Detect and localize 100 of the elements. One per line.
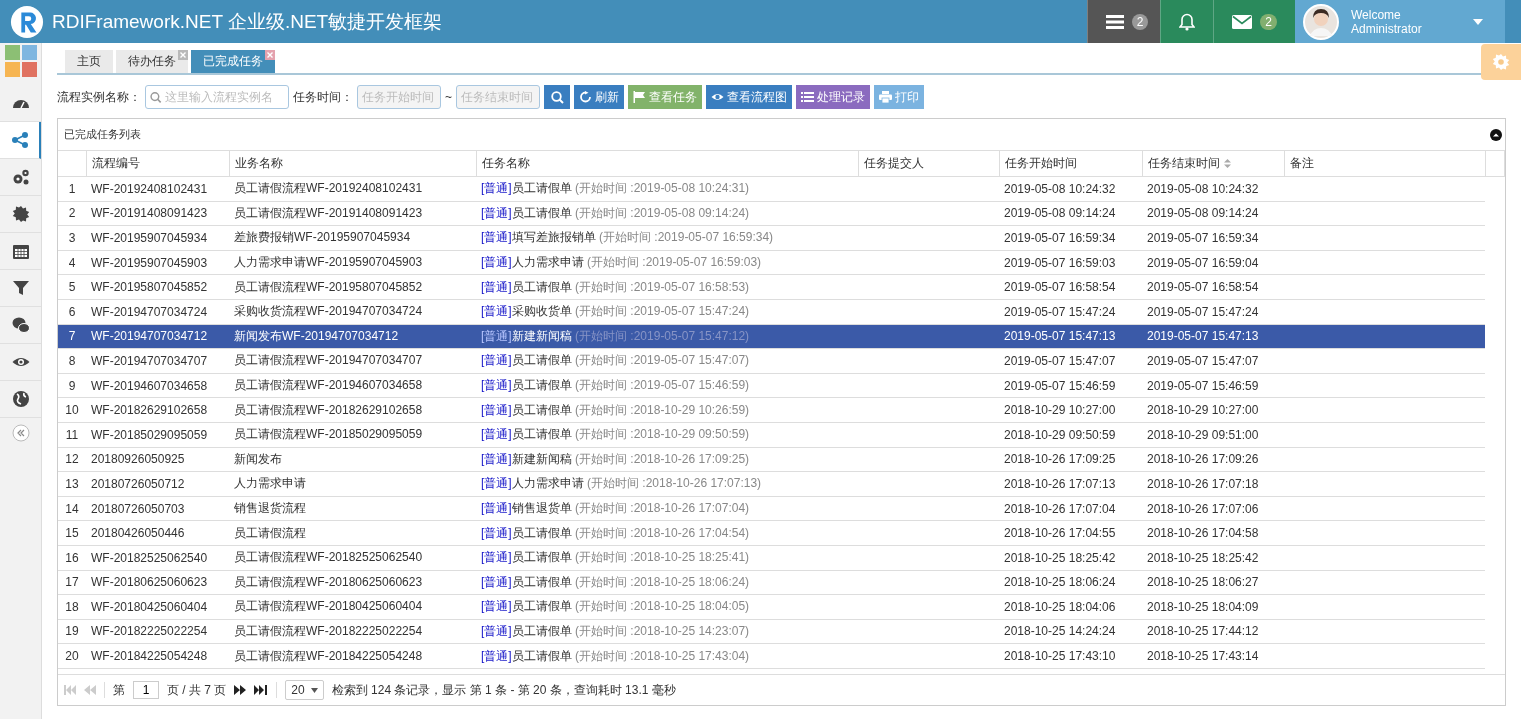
table-row[interactable]: 3 WF-20195907045934 差旅费报销WF-20195907045934 [普通]填写差旅报销单 (开始时间 :2019-05-07 16:59:34) 2019-05-07 16:59:34 2019-05-07 16:59:34 [58,225,1505,251]
table-cell: 2019-05-07 15:47:24 [999,299,1142,325]
table-cell: [普通]员工请假单 (开始时间 :2018-10-29 09:50:59) [476,422,858,448]
share-icon [10,131,29,149]
table-row[interactable]: 7 WF-20194707034712 新闻发布WF-20194707034712 [普通]新建新闻稿 (开始时间 :2019-05-07 15:47:12) 2019-05-07 15:47:13 2019-05-07 15:47:13 [58,324,1505,349]
table-row[interactable]: 4 WF-20195907045903 人力需求申请WF-20195907045903 [普通]人力需求申请 (开始时间 :2019-05-07 16:59:03) 2019-05-07 16:59:03 2019-05-07 16:59:04 [58,250,1505,275]
row-number: 20 [58,643,86,669]
table-cell: WF-20195807045852 [86,274,229,300]
table-cell: 2019-05-07 16:58:54 [1142,274,1284,300]
table-row[interactable]: 10 WF-20182629102658 员工请假流程WF-20182629102658 [普通]员工请假单 (开始时间 :2018-10-29 10:26:59) 2018-10-29 10:27:00 2018-10-29 10:27:00 [58,397,1505,423]
column-header[interactable]: 任务开始时间 [999,151,1142,177]
row-number: 8 [58,348,86,374]
table-cell: WF-20185029095059 [86,422,229,448]
table-cell: 2019-05-07 16:59:04 [1142,250,1284,275]
row-number: 14 [58,496,86,521]
table-cell: 2019-05-07 16:59:34 [999,225,1142,251]
page-size-select[interactable]: 20 [285,680,324,700]
table-cell: 新闻发布WF-20194707034712 [229,324,476,349]
toolbar-button[interactable]: 查看流程图 [706,85,792,109]
sidebar-item[interactable] [0,122,41,159]
table-cell: 2019-05-08 10:24:32 [1142,176,1284,202]
table-cell: 2018-10-29 09:50:59 [999,422,1142,448]
table-cell: 2019-05-07 15:46:59 [999,373,1142,398]
toolbar-button[interactable]: 处理记录 [796,85,870,109]
column-header[interactable]: 备注 [1284,151,1485,177]
table-row[interactable]: 9 WF-20194607034658 员工请假流程WF-20194607034658 [普通]员工请假单 (开始时间 :2019-05-07 15:46:59) 2019-05-07 15:46:59 2019-05-07 15:46:59 [58,373,1505,398]
gear-icon [11,205,30,223]
table-cell: WF-20194707034712 [86,324,229,349]
table-row[interactable]: 11 WF-20185029095059 员工请假流程WF-20185029095059 [普通]员工请假单 (开始时间 :2018-10-29 09:50:59) 2018-10-29 09:50:59 2018-10-29 09:51:00 [58,422,1505,448]
table-cell: WF-20182525062540 [86,545,229,570]
column-header[interactable]: 任务名称 [476,151,858,177]
table-cell: 20180726050703 [86,496,229,521]
table-row[interactable]: 8 WF-20194707034707 员工请假流程WF-20194707034707 [普通]员工请假单 (开始时间 :2019-05-07 15:47:07) 2019-05-07 15:47:07 2019-05-07 15:47:07 [58,348,1505,374]
search-button[interactable] [544,85,570,109]
column-header[interactable]: 任务结束时间 [1142,151,1284,177]
tab[interactable]: 主页 [65,50,113,73]
table-cell: WF-20191408091423 [86,201,229,226]
table-cell: 员工请假流程 [229,520,476,546]
table-cell: [普通]员工请假单 (开始时间 :2019-05-08 09:14:24) [476,201,858,226]
column-header[interactable]: 任务提交人 [858,151,999,177]
refresh-icon [579,91,592,103]
table-cell: 2019-05-07 15:47:13 [1142,324,1284,349]
row-number: 1 [58,176,86,202]
table-cell: 员工请假流程WF-20194607034658 [229,373,476,398]
tab[interactable]: 已完成任务 [191,50,275,73]
field-label: 流程实例名称： [57,88,141,106]
list-icon [1105,14,1124,29]
table-cell: 员工请假流程WF-20194707034707 [229,348,476,374]
table-cell: 新闻发布 [229,447,476,472]
table-cell: [普通]员工请假单 (开始时间 :2018-10-26 17:04:54) [476,520,858,546]
table-cell: 2019-05-07 15:47:13 [999,324,1142,349]
gears-icon [11,168,30,186]
pager-label: 第 [113,681,125,699]
table-cell: WF-20182225022254 [86,619,229,644]
table-cell: 2018-10-25 18:25:42 [1142,545,1284,570]
table-row[interactable]: 18 WF-20180425060404 员工请假流程WF-20180425060404 [普通]员工请假单 (开始时间 :2018-10-25 18:04:05) 2018-10-25 18:04:06 2018-10-25 18:04:09 [58,594,1505,620]
table-row[interactable]: 6 WF-20194707034724 采购收货流程WF-20194707034724 [普通]采购收货单 (开始时间 :2019-05-07 15:47:24) 2019-05-07 15:47:24 2019-05-07 15:47:24 [58,299,1505,325]
table-row[interactable]: 5 WF-20195807045852 员工请假流程WF-20195807045852 [普通]员工请假单 (开始时间 :2019-05-07 16:58:53) 2019-05-07 16:58:54 2019-05-07 16:58:54 [58,274,1505,300]
table-cell: 2018-10-25 18:25:42 [999,545,1142,570]
table-cell: 2018-10-29 10:27:00 [999,397,1142,423]
row-number: 17 [58,570,86,595]
table-cell: [普通]员工请假单 (开始时间 :2019-05-07 16:58:53) [476,274,858,300]
page-number-field[interactable]: 1 [133,681,159,699]
table-row[interactable]: 14 20180726050703 销售退货流程 [普通]销售退货单 (开始时间 :2018-10-26 17:07:04) 2018-10-26 17:07:04 2018-10-26 17:07:06 [58,496,1505,521]
table-row[interactable]: 15 20180426050446 员工请假流程 [普通]员工请假单 (开始时间 :2018-10-26 17:04:54) 2018-10-26 17:04:55 2018-10-26 17:04:58 [58,520,1505,546]
table-row[interactable]: 20 WF-20184225054248 员工请假流程WF-20184225054248 [普通]员工请假单 (开始时间 :2018-10-25 17:43:04) 2018-10-25 17:43:10 2018-10-25 17:43:14 [58,643,1505,669]
table-cell: WF-20182629102658 [86,397,229,423]
table-cell: 20180726050712 [86,471,229,497]
tiles-icon[interactable] [4,45,37,77]
column-header[interactable]: 业务名称 [229,151,476,177]
last-page-icon[interactable] [254,685,269,695]
table-row[interactable]: 2 WF-20191408091423 员工请假流程WF-20191408091423 [普通]员工请假单 (开始时间 :2019-05-08 09:14:24) 2019-05-08 09:14:24 2019-05-08 09:14:24 [58,201,1505,226]
column-header[interactable]: 流程编号 [86,151,229,177]
table-cell: [普通]人力需求申请 (开始时间 :2019-05-07 16:59:03) [476,250,858,275]
notifications-button[interactable] [1160,0,1214,43]
row-number: 5 [58,274,86,300]
row-number: 13 [58,471,86,497]
table-row[interactable]: 19 WF-20182225022254 员工请假流程WF-20182225022254 [普通]员工请假单 (开始时间 :2018-10-25 14:23:07) 2018-10-25 14:24:24 2018-10-25 17:44:12 [58,619,1505,644]
logo-icon [10,4,44,39]
filter-icon [11,279,30,297]
table-cell: 采购收货流程WF-20194707034724 [229,299,476,325]
flag-icon [633,91,646,103]
row-number: 9 [58,373,86,398]
search-field[interactable]: 这里输入流程实例名 [145,85,289,109]
table-cell: 2018-10-25 14:24:24 [999,619,1142,644]
table-row[interactable]: 16 WF-20182525062540 员工请假流程WF-20182525062540 [普通]员工请假单 (开始时间 :2018-10-25 18:25:41) 2018-10-25 18:25:42 2018-10-25 18:25:42 [58,545,1505,570]
collapse-icon[interactable] [1490,128,1502,141]
table-row[interactable]: 13 20180726050712 人力需求申请 [普通]人力需求申请 (开始时间 :2018-10-26 17:07:13) 2018-10-26 17:07:13 2018-10-26 17:07:18 [58,471,1505,497]
table-cell: WF-20192408102431 [86,176,229,202]
next-page-icon[interactable] [234,685,247,695]
table-row[interactable]: 1 WF-20192408102431 员工请假流程WF-20192408102431 [普通]员工请假单 (开始时间 :2019-05-08 10:24:31) 2019-05-08 10:24:32 2019-05-08 10:24:32 [58,176,1505,202]
printer-icon [879,91,892,103]
table-cell: 2018-10-26 17:07:04 [999,496,1142,521]
table-cell: 员工请假流程WF-20180425060404 [229,594,476,620]
table-cell: 2018-10-26 17:09:26 [1142,447,1284,472]
row-number: 7 [58,324,86,349]
table-row[interactable]: 12 20180926050925 新闻发布 [普通]新建新闻稿 (开始时间 :2018-10-26 17:09:25) 2018-10-26 17:09:25 2018-10-26 17:09:26 [58,447,1505,472]
table-row[interactable]: 17 WF-20180625060623 员工请假流程WF-20180625060623 [普通]员工请假单 (开始时间 :2018-10-25 18:06:24) 2018-10-25 18:06:24 2018-10-25 18:06:27 [58,570,1505,595]
tab[interactable]: 待办任务 [116,50,188,73]
toolbar-button[interactable]: 刷新 [574,85,624,109]
